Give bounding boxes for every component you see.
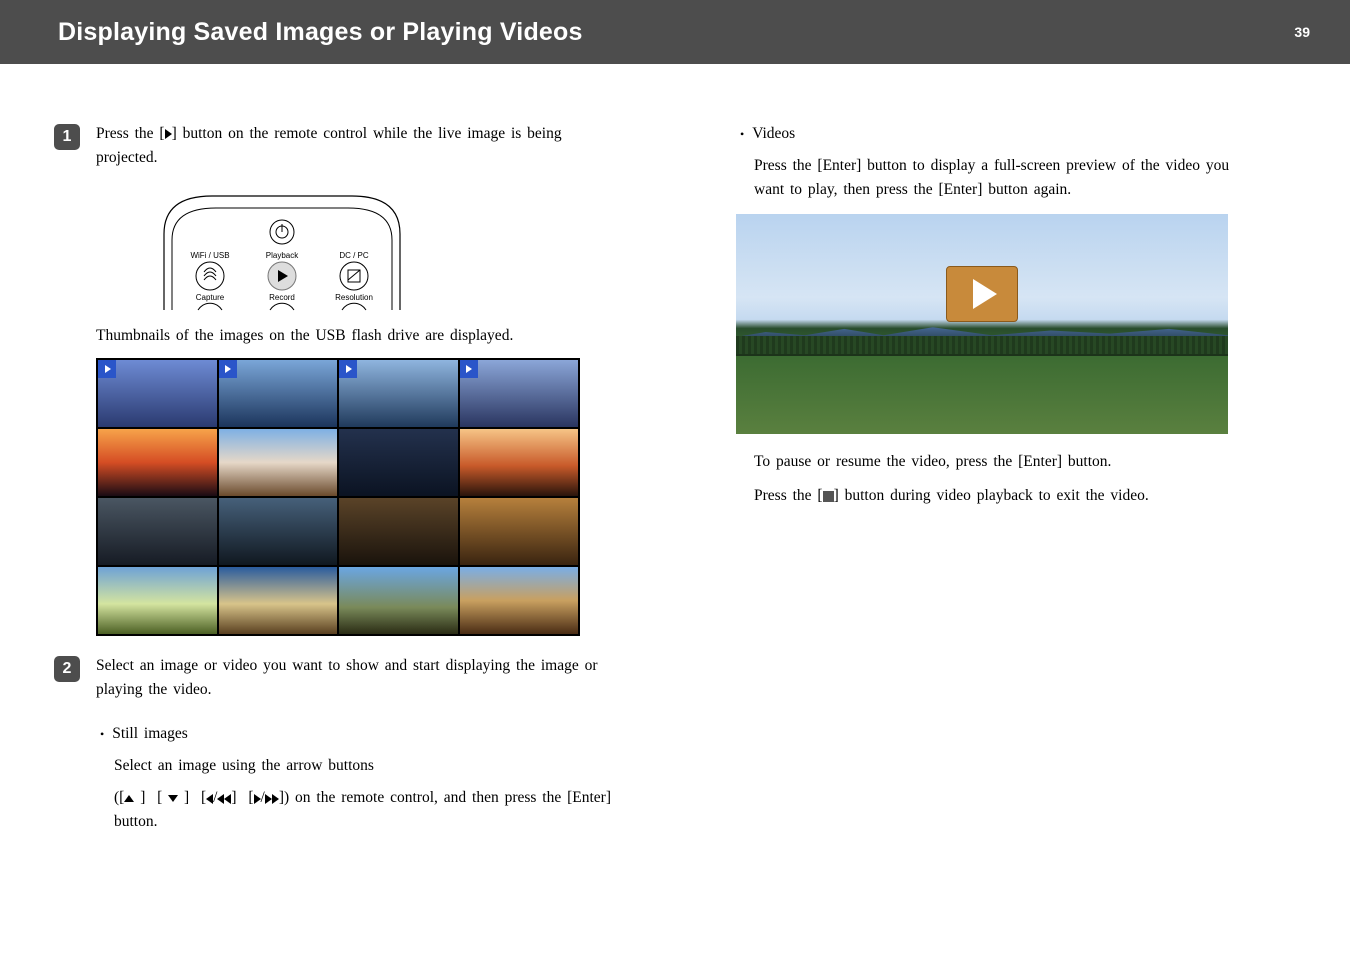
play-icon: [165, 129, 172, 139]
thumbnail: [219, 498, 338, 565]
thumbnail: [219, 567, 338, 634]
thumbnail: [98, 429, 217, 496]
text: Still images: [112, 722, 188, 746]
fastforward-icon: [265, 794, 272, 804]
bullet-still-images: Still images: [100, 722, 616, 746]
label-wifi-usb: WiFi / USB: [190, 251, 229, 260]
thumbnail: [460, 360, 579, 427]
videos-p1: Press the [Enter] button to display a fu…: [754, 154, 1256, 202]
rewind-icon: [224, 794, 231, 804]
right-column: Videos Press the [Enter] button to displ…: [736, 122, 1256, 834]
videos-p2: To pause or resume the video, press the …: [754, 450, 1256, 474]
step-1: 1 Press the [] button on the remote cont…: [96, 122, 616, 170]
play-button-overlay-icon: [946, 266, 1018, 322]
thumbnail: [219, 360, 338, 427]
text: Press the [: [96, 125, 165, 142]
step-number-2: 2: [54, 656, 80, 682]
left-column: 1 Press the [] button on the remote cont…: [96, 122, 616, 834]
step-2: 2 Select an image or video you want to s…: [96, 654, 616, 702]
thumbnail: [339, 360, 458, 427]
video-preview-figure: [736, 214, 1228, 434]
play-indicator-icon: [219, 360, 237, 378]
text: ([: [114, 789, 124, 806]
label-capture: Capture: [196, 293, 225, 302]
label-resolution: Resolution: [335, 293, 373, 302]
text: Press the [: [754, 487, 823, 504]
thumbnail: [339, 567, 458, 634]
arrow-down-icon: [168, 795, 178, 802]
videos-p3: Press the [ ] button during video playbac…: [754, 484, 1256, 508]
rewind-icon: [217, 794, 224, 804]
text: Videos: [752, 122, 795, 146]
thumbnail: [98, 498, 217, 565]
stop-icon: [823, 491, 834, 502]
text: ] button during video playback to exit t…: [834, 487, 1149, 504]
remote-control-figure: WiFi / USB Playback DC / PC Capture Reco…: [152, 188, 412, 312]
thumbnails-grid-figure: [96, 358, 580, 636]
text: ]) on the remote control, and then press…: [114, 789, 611, 830]
arrow-up-icon: [124, 795, 134, 802]
page-title: Displaying Saved Images or Playing Video…: [58, 18, 583, 47]
thumbnail: [98, 567, 217, 634]
thumbnail: [460, 498, 579, 565]
play-indicator-icon: [98, 360, 116, 378]
still-instructions-line2: ([ ] [ ] [/] [/]) on the remote control,…: [114, 786, 616, 834]
label-record: Record: [269, 293, 295, 302]
step-1-text: Press the [] button on the remote contro…: [96, 122, 616, 170]
play-indicator-icon: [339, 360, 357, 378]
title-bar: Displaying Saved Images or Playing Video…: [0, 0, 1350, 64]
still-instructions-line1: Select an image using the arrow buttons: [114, 754, 616, 778]
thumbnail: [219, 429, 338, 496]
step-number-1: 1: [54, 124, 80, 150]
arrow-left-icon: [206, 794, 213, 804]
thumbnail: [98, 360, 217, 427]
thumbnail: [460, 567, 579, 634]
treeline-graphic: [736, 336, 1228, 356]
label-playback: Playback: [266, 251, 299, 260]
thumbnail: [460, 429, 579, 496]
thumbnail: [339, 429, 458, 496]
play-indicator-icon: [460, 360, 478, 378]
fastforward-icon: [272, 794, 279, 804]
thumbnails-caption: Thumbnails of the images on the USB flas…: [96, 324, 616, 348]
step-2-text: Select an image or video you want to sho…: [96, 654, 616, 702]
page-number: 39: [1294, 24, 1310, 40]
bullet-videos: Videos: [740, 122, 1256, 146]
label-dcpc: DC / PC: [339, 251, 369, 260]
thumbnail: [339, 498, 458, 565]
arrow-right-icon: [254, 794, 261, 804]
